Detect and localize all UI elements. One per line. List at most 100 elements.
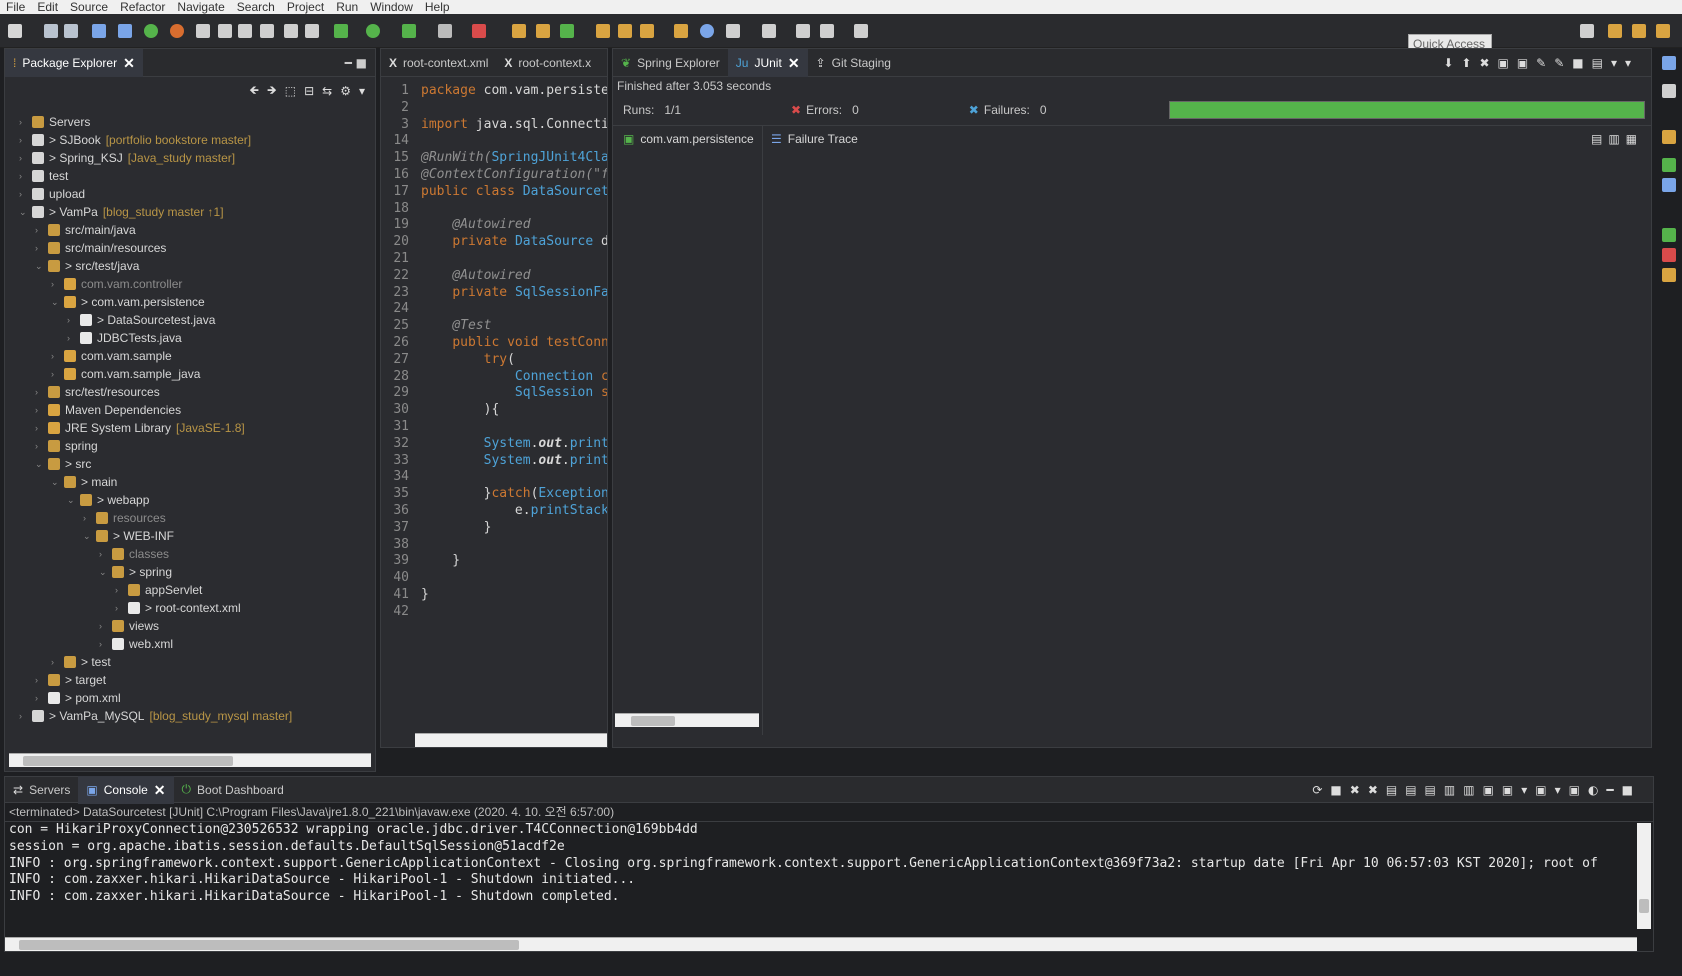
tree-item[interactable]: › com.vam.sample [5,347,375,365]
tree-item[interactable]: › upload [5,185,375,203]
tree-item[interactable]: › views [5,617,375,635]
run-icon[interactable] [366,24,380,38]
stop-icon[interactable] [438,24,452,38]
back-icon[interactable] [820,24,834,38]
menu-item-refactor[interactable]: Refactor [114,1,171,13]
git-view-icon[interactable] [1662,178,1676,192]
chevron-right-icon[interactable]: › [67,333,75,343]
tree-item[interactable]: › JDBCTests.java [5,329,375,347]
horizontal-scrollbar[interactable] [9,753,371,767]
problems-icon[interactable] [1662,248,1676,262]
chevron-right-icon[interactable]: › [35,675,43,685]
chevron-down-icon[interactable]: ⌄ [99,567,107,578]
chevron-right-icon[interactable]: › [51,369,59,379]
chevron-down-icon[interactable]: ⌄ [35,261,43,272]
chevron-right-icon[interactable]: › [83,513,91,523]
chevron-right-icon[interactable]: › [35,387,43,397]
chevron-right-icon[interactable]: › [35,423,43,433]
scrollbar-thumb[interactable] [1639,899,1649,913]
tree-item[interactable]: ⌄ > src [5,455,375,473]
tree-item[interactable]: ⌄ > com.vam.persistence [5,293,375,311]
chevron-down-icon[interactable]: ⌄ [51,477,59,488]
test-tree-item[interactable]: ▣ com.vam.persistence [613,126,762,152]
tree-item[interactable]: › > target [5,671,375,689]
git-perspective-icon[interactable] [1656,24,1670,38]
chevron-right-icon[interactable]: › [115,585,123,595]
menu-item-search[interactable]: Search [231,1,281,13]
new-class-icon[interactable] [560,24,574,38]
paragraph-icon[interactable] [260,24,274,38]
chevron-down-icon[interactable]: ⌄ [35,459,43,470]
tab-console[interactable]: ▣ Console ✕ [78,775,174,804]
chevron-right-icon[interactable]: › [19,135,27,145]
new-icon[interactable] [8,24,22,38]
tab-boot-dashboard[interactable]: ⏻ Boot Dashboard [174,776,292,804]
pilcrow-icon[interactable] [284,24,298,38]
menu-item-edit[interactable]: Edit [31,1,64,13]
tree-item[interactable]: › com.vam.sample_java [5,365,375,383]
chevron-right-icon[interactable]: › [35,693,43,703]
back-arrow-icon[interactable]: 🡸 [249,81,259,102]
tab-root-context-2[interactable]: X root-context.x [496,49,599,77]
menu-item-window[interactable]: Window [364,1,419,13]
tree-item[interactable]: ⌄ > WEB-INF [5,527,375,545]
tree-item[interactable]: ⌄ > VamPa [blog_study master ↑1] [5,203,375,221]
tree-item[interactable]: › JRE System Library [JavaSE-1.8] [5,419,375,437]
chevron-right-icon[interactable]: › [51,351,59,361]
debug-run-icon[interactable] [334,24,348,38]
tree-item[interactable]: › src/main/resources [5,239,375,257]
tree-item[interactable]: › Servers [5,113,375,131]
menu-item-help[interactable]: Help [419,1,456,13]
tree-item[interactable]: ⌄ > main [5,473,375,491]
globe-icon[interactable] [700,24,714,38]
chevron-right-icon[interactable]: › [35,225,43,235]
trace-toolbar-icons[interactable]: ▤▥▦ [1591,132,1643,146]
chevron-right-icon[interactable]: › [35,243,43,253]
chevron-right-icon[interactable]: › [99,549,107,559]
filter-icon[interactable]: ⚙ [340,84,351,98]
console-output[interactable]: con = HikariProxyConnection@230526532 wr… [5,821,1653,929]
tree-item[interactable]: › resources [5,509,375,527]
tab-servers[interactable]: ⇄ Servers [5,776,78,804]
tree-item[interactable]: › > VamPa_MySQL [blog_study_mysql master] [5,707,375,725]
tab-git-staging[interactable]: ⇪ Git Staging [808,49,899,77]
menu-item-run[interactable]: Run [330,1,364,13]
tree-item[interactable]: ⌄ > webapp [5,491,375,509]
tree-item[interactable]: › Maven Dependencies [5,401,375,419]
tree-item[interactable]: ⌄ > spring [5,563,375,581]
format-icon[interactable] [238,24,252,38]
open-type-icon[interactable] [596,24,610,38]
collapse-all-icon[interactable]: ⊟ [304,84,314,98]
tab-junit[interactable]: Ju JUnit ✕ [727,48,808,77]
chevron-right-icon[interactable]: › [35,441,43,451]
open-perspective-icon[interactable] [1580,24,1594,38]
next-annotation-icon[interactable] [762,24,776,38]
tree-item[interactable]: › classes [5,545,375,563]
tree-item[interactable]: › > SJBook [portfolio bookstore master] [5,131,375,149]
chevron-right-icon[interactable]: › [19,171,27,181]
console-vertical-scrollbar[interactable] [1637,823,1651,929]
close-icon[interactable]: ✕ [788,56,800,70]
annotation-icon[interactable] [726,24,740,38]
menu-item-source[interactable]: Source [64,1,114,13]
terminal-icon[interactable] [92,24,106,38]
chevron-right-icon[interactable]: › [19,189,27,199]
tree-item[interactable]: › src/main/java [5,221,375,239]
scrollbar-thumb[interactable] [631,716,675,726]
error-icon[interactable] [472,24,486,38]
up-icon[interactable]: ⬚ [285,84,296,98]
tree-item[interactable]: › com.vam.controller [5,275,375,293]
spring-boot-icon[interactable] [144,24,158,38]
forward-icon[interactable] [854,24,868,38]
code-area[interactable]: package com.vam.persister import java.sql… [415,77,607,727]
tab-root-context-1[interactable]: X root-context.xml [381,49,496,77]
chevron-down-icon[interactable]: ⌄ [83,531,91,542]
close-icon[interactable]: ✕ [123,56,135,70]
chevron-right-icon[interactable]: › [115,603,123,613]
link-editor-icon[interactable]: ⇆ [322,84,332,98]
tree-item[interactable]: › > DataSourcetest.java [5,311,375,329]
debug-icon[interactable] [170,24,184,38]
tree-item[interactable]: › src/test/resources [5,383,375,401]
tree-item[interactable]: › test [5,167,375,185]
java-ee-perspective-icon[interactable] [1608,24,1622,38]
